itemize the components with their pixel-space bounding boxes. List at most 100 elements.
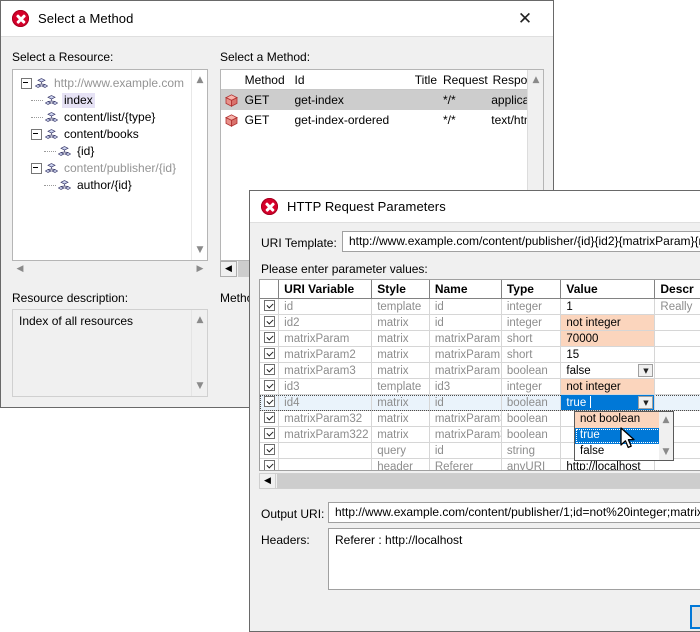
param-row[interactable]: matrixParammatrixmatrixParamshort70000 — [260, 331, 700, 347]
param-col-type[interactable]: Type — [502, 280, 562, 298]
param-cell-type[interactable]: anyURI — [502, 459, 562, 471]
param-enabled-checkbox[interactable] — [260, 331, 279, 346]
param-enabled-checkbox[interactable] — [260, 379, 279, 394]
method-row[interactable]: GETget-index-ordered*/*text/html — [221, 110, 543, 130]
param-row[interactable]: id2matrixidintegernot integer — [260, 315, 700, 331]
param-row[interactable]: id3templateid3integernot integer — [260, 379, 700, 395]
tree-item-id[interactable]: {id} — [21, 143, 207, 160]
param-cell-value[interactable]: 70000 — [561, 331, 655, 346]
tree-collapse-icon[interactable] — [21, 78, 32, 89]
scroll-left-icon[interactable]: ◀ — [12, 261, 28, 277]
tree-item-index[interactable]: index — [21, 92, 207, 109]
tree-collapse-icon[interactable] — [31, 163, 42, 174]
param-col-value[interactable]: Value — [561, 280, 655, 298]
scroll-down-icon[interactable]: ▼ — [192, 242, 208, 258]
param-enabled-checkbox[interactable] — [260, 459, 279, 471]
scroll-up-icon[interactable]: ▲ — [528, 72, 544, 88]
param-cell-style[interactable]: matrix — [372, 347, 430, 362]
scroll-up-icon[interactable]: ▲ — [192, 72, 208, 88]
close-icon[interactable]: ✕ — [503, 2, 547, 36]
method-col-request[interactable]: Request — [440, 73, 488, 87]
tree-item-author-id[interactable]: author/{id} — [21, 177, 207, 194]
param-cell-description[interactable] — [655, 395, 700, 410]
param-cell-type[interactable]: boolean — [502, 411, 562, 426]
param-cell-style[interactable]: header — [372, 459, 430, 471]
param-col-name[interactable]: Name — [430, 280, 502, 298]
param-cell-type[interactable]: boolean — [502, 427, 562, 442]
param-cell-style[interactable]: template — [372, 379, 430, 394]
param-cell-name[interactable]: matrixParam — [430, 363, 502, 378]
scroll-left-icon[interactable]: ◀ — [220, 261, 237, 277]
resource-tree-vscrollbar[interactable]: ▲ ▼ — [191, 70, 207, 260]
param-cell-name[interactable]: id — [430, 395, 502, 410]
param-cell-type[interactable]: integer — [502, 379, 562, 394]
tree-item-http-www-example-com[interactable]: http://www.example.com — [21, 75, 207, 92]
combo-dropdown-arrow[interactable]: ▼ — [638, 364, 653, 377]
param-cell-value[interactable]: true ▼ — [561, 395, 655, 410]
param-enabled-checkbox[interactable] — [260, 443, 279, 458]
dropdown-option[interactable]: not boolean — [575, 412, 661, 428]
parameters-table[interactable]: URI VariableStyleNameTypeValueDescr idte… — [259, 279, 700, 471]
param-cell-name[interactable]: matrixParam — [430, 347, 502, 362]
param-cell-style[interactable]: matrix — [372, 363, 430, 378]
param-cell-variable[interactable]: matrixParam2 — [279, 347, 372, 362]
method-row[interactable]: GETget-index*/*applicati — [221, 90, 543, 110]
param-row[interactable]: matrixParam3matrixmatrixParambooleanfals… — [260, 363, 700, 379]
param-cell-name[interactable]: Referer — [430, 459, 502, 471]
param-row[interactable]: id4matrixidboolean true ▼ — [260, 395, 700, 411]
param-cell-value[interactable]: 1 — [561, 299, 655, 314]
param-cell-style[interactable]: matrix — [372, 395, 430, 410]
param-cell-variable[interactable]: id4 — [279, 395, 372, 410]
tree-item-content-books[interactable]: content/books — [21, 126, 207, 143]
param-enabled-checkbox[interactable] — [260, 411, 279, 426]
headers-field[interactable]: Referer : http://localhost — [328, 528, 700, 590]
param-cell-variable[interactable]: matrixParam322 — [279, 427, 372, 442]
param-enabled-checkbox[interactable] — [260, 299, 279, 314]
method-col-method[interactable]: Method — [242, 73, 292, 87]
resource-tree-pane[interactable]: http://www.example.comindexcontent/list/… — [12, 69, 208, 261]
tree-collapse-icon[interactable] — [31, 129, 42, 140]
param-enabled-checkbox[interactable] — [260, 315, 279, 330]
param-cell-style[interactable]: matrix — [372, 315, 430, 330]
scroll-right-icon[interactable]: ▶ — [192, 261, 208, 277]
param-cell-type[interactable]: boolean — [502, 395, 562, 410]
param-enabled-checkbox[interactable] — [260, 347, 279, 362]
combo-dropdown-arrow[interactable]: ▼ — [638, 396, 653, 409]
param-cell-value[interactable]: not integer — [561, 379, 655, 394]
scroll-up-icon[interactable]: ▲ — [659, 412, 673, 428]
tree-item-content-list-type[interactable]: content/list/{type} — [21, 109, 207, 126]
dropdown-option[interactable]: true — [575, 428, 661, 444]
param-cell-type[interactable]: short — [502, 347, 562, 362]
param-cell-name[interactable]: id — [430, 315, 502, 330]
param-cell-value[interactable]: false▼ — [561, 363, 655, 378]
description-vscrollbar[interactable]: ▲ ▼ — [191, 310, 207, 396]
param-cell-description[interactable] — [655, 379, 700, 394]
param-col-select[interactable] — [260, 280, 279, 298]
param-cell-name[interactable]: id — [430, 443, 502, 458]
param-cell-variable[interactable]: id3 — [279, 379, 372, 394]
param-cell-name[interactable]: matrixParam32 — [430, 427, 502, 442]
dropdown-scrollbar[interactable]: ▲▼ — [659, 412, 673, 460]
param-enabled-checkbox[interactable] — [260, 427, 279, 442]
param-cell-description[interactable] — [655, 331, 700, 346]
param-cell-value[interactable]: 15 — [561, 347, 655, 362]
param-cell-variable[interactable]: matrixParam — [279, 331, 372, 346]
param-cell-variable[interactable]: id — [279, 299, 372, 314]
param-cell-type[interactable]: string — [502, 443, 562, 458]
param-cell-variable[interactable] — [279, 443, 372, 458]
param-cell-description[interactable]: Really — [655, 299, 700, 314]
param-cell-name[interactable]: matrixParam — [430, 331, 502, 346]
scroll-left-icon[interactable]: ◀ — [260, 474, 276, 488]
method-col-title[interactable]: Title — [402, 73, 440, 87]
param-row[interactable]: matrixParam2matrixmatrixParamshort15 — [260, 347, 700, 363]
param-cell-style[interactable]: query — [372, 443, 430, 458]
value-dropdown-popup[interactable]: not booleantruefalse▲▼ — [574, 411, 674, 461]
param-enabled-checkbox[interactable] — [260, 395, 279, 410]
param-col-uri-variable[interactable]: URI Variable — [279, 280, 372, 298]
param-value-editing[interactable]: true — [566, 397, 586, 409]
param-cell-description[interactable] — [655, 315, 700, 330]
scroll-down-icon[interactable]: ▼ — [659, 444, 673, 460]
param-cell-style[interactable]: matrix — [372, 411, 430, 426]
method-grid-rows[interactable]: GETget-index*/*applicatiGETget-index-ord… — [221, 90, 543, 130]
param-cell-style[interactable]: matrix — [372, 427, 430, 442]
